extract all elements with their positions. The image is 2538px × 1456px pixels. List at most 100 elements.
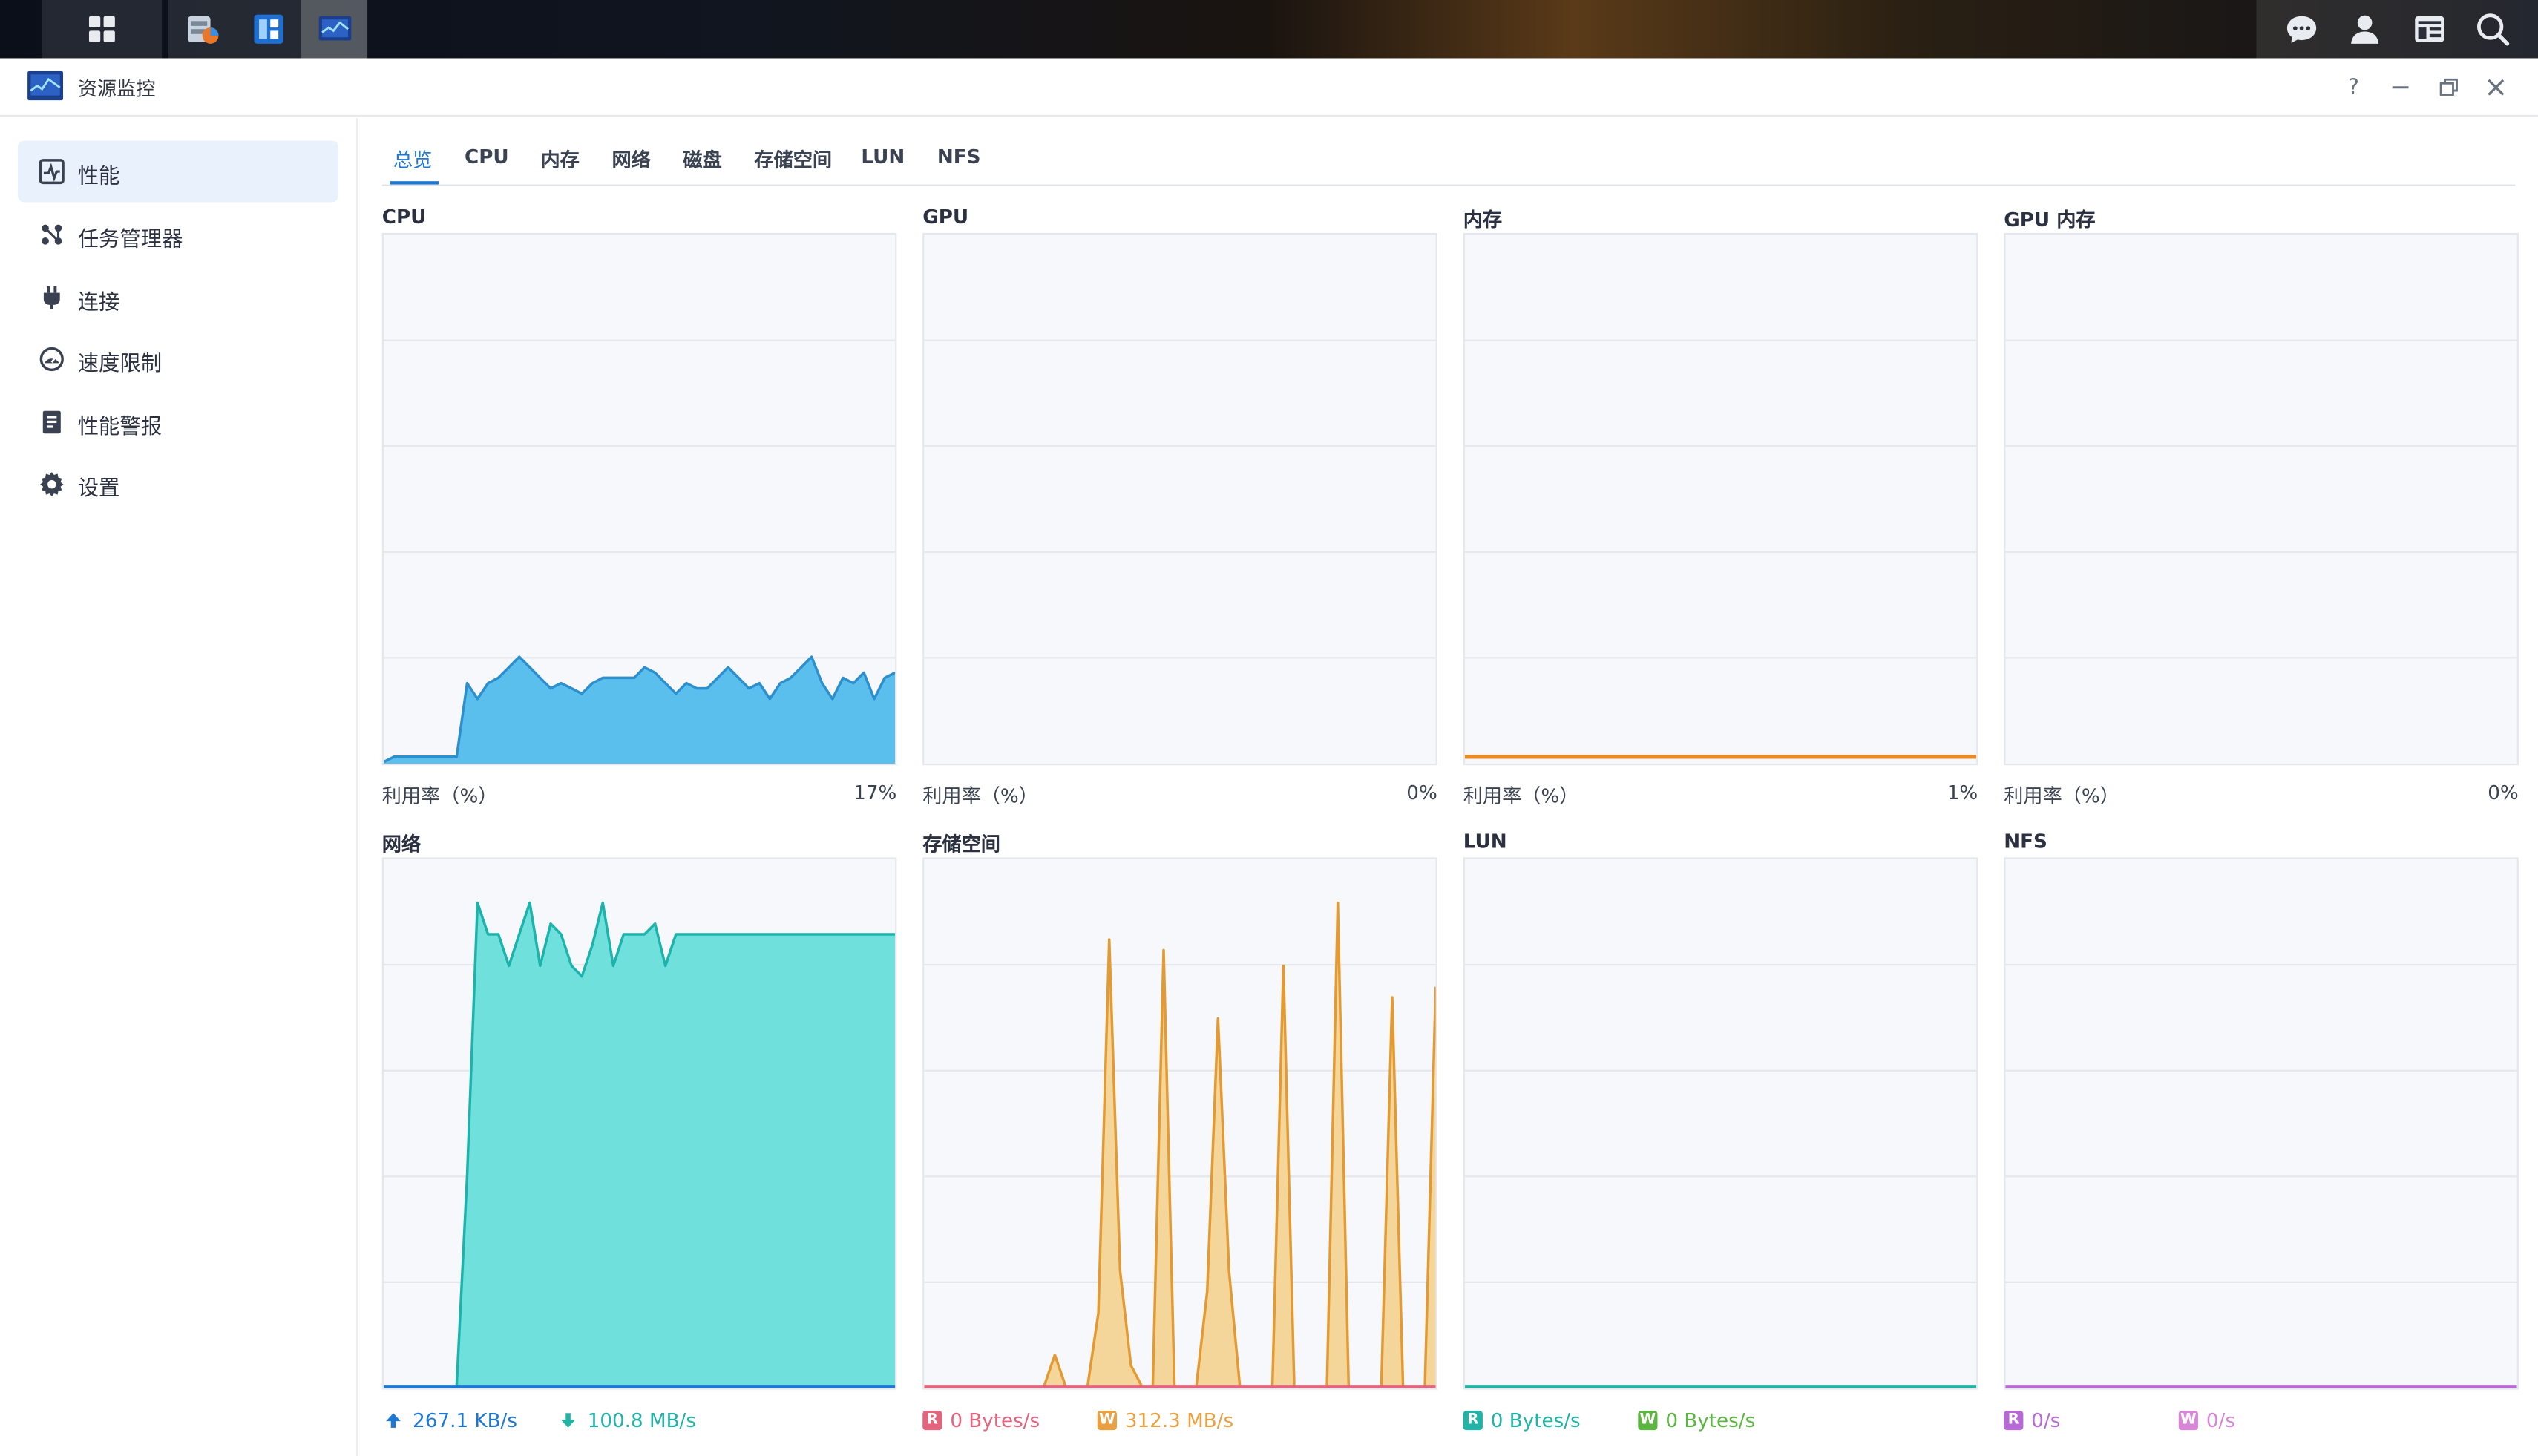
storage-manager-icon bbox=[186, 16, 218, 44]
volume-chart bbox=[922, 857, 1437, 1390]
sidebar-item-task-manager[interactable]: 任务管理器 bbox=[18, 204, 338, 266]
lun-chart bbox=[1463, 857, 1978, 1390]
utilization-label: 利用率（%） bbox=[2004, 784, 2119, 807]
tab-overview[interactable]: 总览 bbox=[393, 145, 432, 173]
write-badge: W bbox=[1097, 1410, 1117, 1431]
volume-series-line bbox=[924, 901, 1436, 1388]
download-value: 100.8 MB/s bbox=[587, 1409, 697, 1432]
read-badge: R bbox=[1463, 1410, 1483, 1431]
read-badge: R bbox=[922, 1410, 942, 1431]
volume-read-legend: R 0 Bytes/s bbox=[922, 1409, 1040, 1432]
alert-doc-icon bbox=[42, 410, 61, 434]
write-badge: W bbox=[1638, 1410, 1658, 1431]
control-panel-app-button[interactable] bbox=[235, 0, 301, 58]
panel-title: CPU bbox=[381, 205, 427, 229]
lun-write-legend: W 0 Bytes/s bbox=[1638, 1409, 1755, 1432]
gpu-value: 0% bbox=[1406, 781, 1437, 804]
nfs-write-legend: W 0/s bbox=[2178, 1409, 2235, 1432]
user-icon[interactable] bbox=[2347, 11, 2383, 47]
tab-cpu[interactable]: CPU bbox=[465, 145, 509, 168]
panel-title: 内存 bbox=[1463, 209, 1503, 232]
gpu-memory-value: 0% bbox=[2488, 781, 2519, 804]
upload-value: 267.1 KB/s bbox=[413, 1409, 518, 1432]
panel-title: LUN bbox=[1463, 830, 1507, 853]
sidebar-item-performance-alerts[interactable]: 性能警报 bbox=[18, 392, 338, 453]
volume-area bbox=[924, 902, 1436, 1388]
upload-legend: 267.1 KB/s bbox=[385, 1409, 517, 1432]
network-panel: 网络 267.1 KB/s 100.8 MB/s bbox=[381, 830, 897, 1444]
gpu-memory-chart bbox=[2004, 232, 2519, 766]
help-button[interactable]: ? bbox=[2338, 71, 2370, 104]
nfs-read-value: 0/s bbox=[2031, 1409, 2061, 1432]
sidebar-item-settings[interactable]: 设置 bbox=[18, 453, 338, 514]
volume-write-legend: W 312.3 MB/s bbox=[1097, 1409, 1234, 1432]
taskbar-main-menu[interactable] bbox=[42, 0, 163, 59]
sidebar: 性能 任务管理器 连接 速度限制 性能警报 设置 bbox=[0, 118, 358, 1456]
gpu-memory-panel: GPU 内存 利用率（%） 0% bbox=[2004, 206, 2519, 807]
chat-icon[interactable] bbox=[2283, 11, 2319, 47]
gpu-panel: GPU 利用率（%） 0% bbox=[922, 206, 1437, 807]
memory-value: 1% bbox=[1947, 781, 1978, 804]
volume-write-value: 312.3 MB/s bbox=[1124, 1409, 1234, 1432]
title-bar[interactable]: 资源监控 ? bbox=[0, 58, 2538, 117]
tab-bar: 总览 CPU 内存 网络 磁盘 存储空间 LUN NFS bbox=[381, 141, 2516, 186]
sidebar-item-performance[interactable]: 性能 bbox=[17, 140, 338, 203]
tab-network[interactable]: 网络 bbox=[611, 145, 650, 173]
tab-disk[interactable]: 磁盘 bbox=[683, 145, 721, 173]
resource-monitor-app-button[interactable] bbox=[301, 0, 368, 59]
taskbar-tray bbox=[2256, 0, 2538, 59]
window-title: 资源监控 bbox=[77, 77, 156, 101]
taskbar-apps bbox=[168, 0, 368, 59]
volume-panel: 存储空间 R 0 Bytes/s W 312.3 MB/s bbox=[922, 830, 1437, 1444]
upload-arrow-icon bbox=[386, 1413, 401, 1428]
resource-monitor-icon bbox=[318, 16, 351, 41]
read-badge: R bbox=[2004, 1410, 2024, 1431]
gpu-chart bbox=[922, 232, 1437, 766]
storage-manager-app-button[interactable] bbox=[168, 0, 235, 58]
restore-icon bbox=[2439, 78, 2458, 96]
lun-write-value: 0 Bytes/s bbox=[1665, 1409, 1756, 1432]
taskbar bbox=[0, 0, 2538, 59]
help-icon: ? bbox=[2347, 75, 2359, 100]
close-icon bbox=[2488, 79, 2505, 96]
search-icon[interactable] bbox=[2475, 11, 2511, 47]
sidebar-item-connections[interactable]: 连接 bbox=[18, 267, 338, 329]
network-chart bbox=[381, 857, 897, 1390]
minimize-button[interactable] bbox=[2384, 71, 2417, 104]
download-arrow-icon bbox=[560, 1413, 576, 1428]
lun-read-legend: R 0 Bytes/s bbox=[1463, 1409, 1581, 1432]
task-manager-icon bbox=[42, 224, 62, 245]
sidebar-item-speed-limit[interactable]: 速度限制 bbox=[18, 329, 338, 390]
main-menu-button[interactable] bbox=[42, 0, 162, 58]
panel-title: NFS bbox=[2004, 830, 2047, 853]
performance-icon bbox=[39, 159, 65, 185]
restore-button[interactable] bbox=[2433, 71, 2465, 104]
cpu-chart bbox=[381, 232, 897, 766]
resource-monitor-window: 资源监控 ? 性能 任务管理器 连接 速度限制 性能警报 设置 总览 CPU 内… bbox=[0, 58, 2538, 1456]
sidebar-item-label: 性能警报 bbox=[77, 416, 163, 440]
sidebar-item-label: 连接 bbox=[77, 291, 120, 316]
panel-title: GPU bbox=[922, 205, 969, 229]
tab-memory[interactable]: 内存 bbox=[540, 145, 579, 173]
resource-monitor-icon bbox=[27, 70, 64, 101]
active-tab-indicator bbox=[390, 181, 439, 185]
grid-icon bbox=[88, 16, 115, 42]
tab-volume[interactable]: 存储空间 bbox=[754, 145, 832, 173]
sidebar-item-label: 速度限制 bbox=[77, 352, 163, 377]
widgets-icon[interactable] bbox=[2411, 11, 2447, 47]
plug-icon bbox=[43, 286, 60, 309]
write-badge: W bbox=[2178, 1410, 2198, 1431]
minimize-icon bbox=[2392, 86, 2409, 89]
sidebar-item-label: 设置 bbox=[77, 477, 120, 502]
close-button[interactable] bbox=[2479, 71, 2512, 104]
tab-lun[interactable]: LUN bbox=[861, 145, 905, 168]
gear-icon bbox=[40, 472, 64, 497]
tab-nfs[interactable]: NFS bbox=[937, 145, 981, 168]
utilization-label: 利用率（%） bbox=[922, 784, 1038, 807]
panel-title: GPU 内存 bbox=[2004, 209, 2096, 232]
memory-chart bbox=[1463, 232, 1978, 766]
speedometer-icon bbox=[39, 347, 64, 372]
nfs-panel: NFS R 0/s W 0/s bbox=[2004, 830, 2519, 1444]
cpu-panel: CPU 利用率（%） 17% bbox=[381, 205, 897, 807]
sidebar-item-label: 性能 bbox=[77, 165, 120, 190]
